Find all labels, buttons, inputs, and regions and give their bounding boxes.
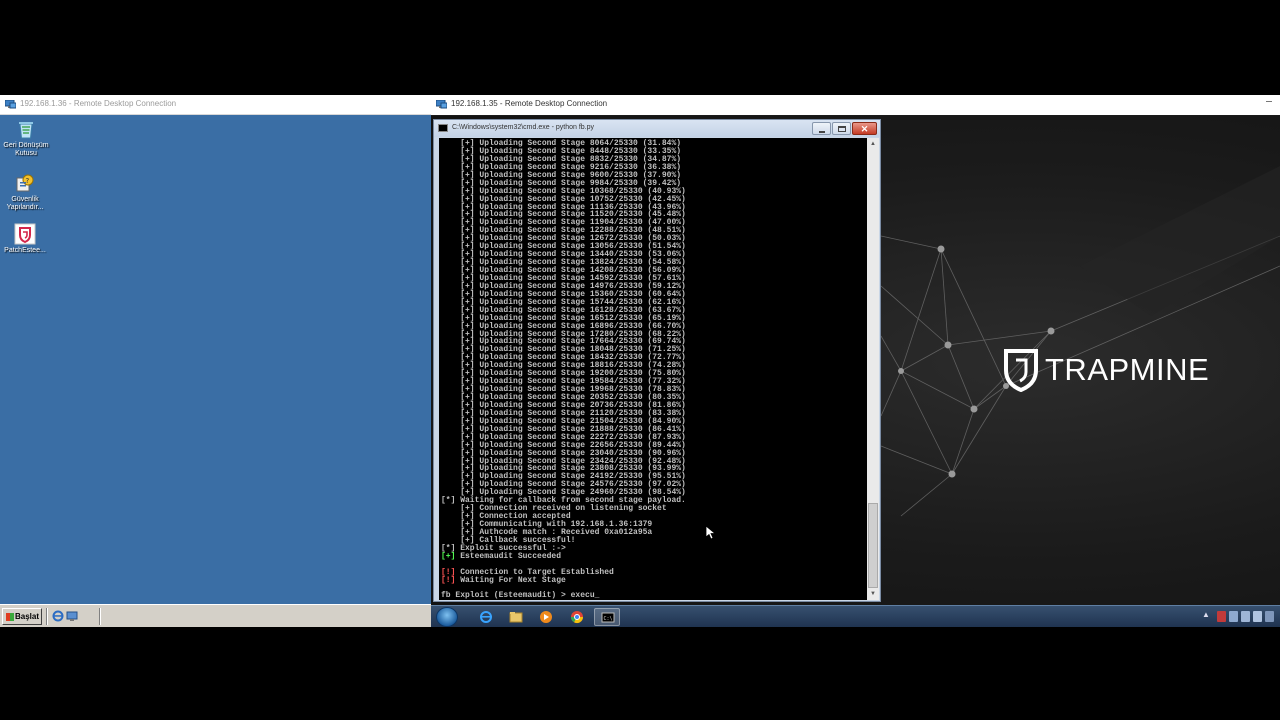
maximize-icon	[838, 126, 846, 132]
console-output: [+] Uploading Second Stage 8064/25330 (3…	[441, 140, 865, 600]
cmd-close-button[interactable]: ✕	[852, 122, 877, 135]
tray-flag-icon[interactable]	[1217, 611, 1226, 622]
taskbar-file-explorer[interactable]	[503, 608, 529, 626]
chrome-icon	[571, 611, 583, 624]
console-line-tag: [+]	[441, 551, 456, 561]
win7-taskbar: C:\ ▲	[431, 605, 1280, 627]
console-line: fb Exploit (Esteemaudit) > execu_	[441, 592, 865, 600]
close-icon: ✕	[860, 124, 869, 134]
scroll-down-icon[interactable]: ▼	[869, 590, 877, 598]
taskbar-separator	[99, 608, 101, 625]
start-button[interactable]: Başlat	[2, 608, 42, 625]
console-line-text: fb Exploit (Esteemaudit) > execu_	[441, 591, 600, 600]
taskbar-chrome[interactable]	[564, 608, 590, 626]
left-rdp-title: 192.168.1.36 - Remote Desktop Connection	[20, 99, 177, 108]
minimize-button[interactable]	[1266, 101, 1272, 102]
console-line-text: Waiting For Next Stage	[455, 575, 566, 585]
windows-flag-icon	[6, 613, 14, 621]
tray-volume-icon[interactable]	[1241, 611, 1250, 622]
desktop-icon-label: PatchEstee...	[4, 247, 46, 254]
file-explorer-icon	[509, 612, 523, 623]
tray-display-icon[interactable]	[1253, 611, 1262, 622]
tray-arrow-icon[interactable]: ▲	[1202, 610, 1210, 619]
internet-explorer-icon	[480, 611, 492, 623]
security-config-icon: ?	[16, 174, 34, 192]
tray-app-icon[interactable]	[1265, 611, 1274, 622]
right-rdp-titlebar[interactable]: 192.168.1.35 - Remote Desktop Connection	[431, 95, 1280, 115]
windows-orb-start-button[interactable]	[436, 607, 458, 627]
left-rdp-window[interactable]: 192.168.1.36 - Remote Desktop Connection…	[0, 95, 431, 627]
cmd-window[interactable]: C:\Windows\system32\cmd.exe - python fb.…	[433, 119, 881, 602]
cmd-titlebar[interactable]: C:\Windows\system32\cmd.exe - python fb.…	[434, 120, 880, 137]
console-line: [!] Waiting For Next Stage	[441, 575, 865, 585]
trapmine-shield-icon	[1004, 349, 1038, 392]
cmd-maximize-button[interactable]	[832, 122, 851, 135]
desktop-icon-label: Geri Dönüşüm Kutusu	[3, 142, 49, 157]
cmd-icon	[438, 124, 448, 132]
remote-desktop-icon	[436, 100, 447, 109]
recycle-bin-icon	[19, 122, 33, 139]
media-player-icon	[540, 611, 552, 623]
quicklaunch-desktop-icon[interactable]	[66, 610, 78, 622]
mouse-cursor-icon	[706, 526, 716, 540]
cmd-title: C:\Windows\system32\cmd.exe - python fb.…	[452, 124, 594, 131]
scrollbar-thumb[interactable]	[868, 503, 878, 588]
taskbar-media-player[interactable]	[533, 608, 559, 626]
start-button-label: Başlat	[15, 612, 40, 621]
cmd-minimize-button[interactable]	[812, 122, 831, 135]
brand-name: TRAPMINE	[1045, 352, 1210, 387]
remote-desktop-icon	[5, 100, 16, 109]
tray-network-icon[interactable]	[1229, 611, 1238, 622]
console-line: [+] Esteemaudit Succeeded	[441, 551, 865, 561]
right-rdp-title: 192.168.1.35 - Remote Desktop Connection	[451, 99, 608, 108]
scroll-up-icon[interactable]: ▲	[869, 140, 877, 148]
left-desktop: Geri Dönüşüm Kutusu ? Güvenlik Yapılandı…	[0, 116, 431, 604]
quicklaunch-ie-icon[interactable]	[52, 610, 64, 622]
taskbar-internet-explorer[interactable]	[473, 608, 499, 626]
cmd-icon: C:\	[601, 612, 615, 623]
right-rdp-window[interactable]: 192.168.1.35 - Remote Desktop Connection	[431, 95, 1280, 627]
desktop-icon-patch[interactable]: PatchEstee...	[0, 223, 51, 255]
console-line-tag: [!]	[441, 575, 456, 585]
right-desktop: TRAPMINE C:\Windows\system32\cmd.exe - p…	[431, 116, 1280, 605]
svg-text:?: ?	[26, 177, 30, 185]
console-line-text: Esteemaudit Succeeded	[455, 551, 562, 561]
taskbar-cmd[interactable]: C:\	[594, 608, 620, 626]
xp-taskbar: Başlat	[0, 604, 431, 627]
desktop-icon-recycle-bin[interactable]: Geri Dönüşüm Kutusu	[0, 118, 52, 158]
svg-text:C:\: C:\	[604, 616, 613, 622]
minimize-icon	[819, 131, 825, 133]
desktop-icon-security-config[interactable]: ? Güvenlik Yapılandır...	[0, 172, 51, 212]
patch-shield-icon	[14, 223, 36, 245]
desktop-icon-label: Güvenlik Yapılandır...	[6, 196, 44, 211]
cmd-scrollbar[interactable]: ▲ ▼	[867, 138, 879, 600]
taskbar-separator	[46, 608, 48, 625]
left-rdp-titlebar[interactable]: 192.168.1.36 - Remote Desktop Connection	[0, 95, 431, 115]
console-output-area[interactable]: [+] Uploading Second Stage 8064/25330 (3…	[439, 138, 867, 600]
